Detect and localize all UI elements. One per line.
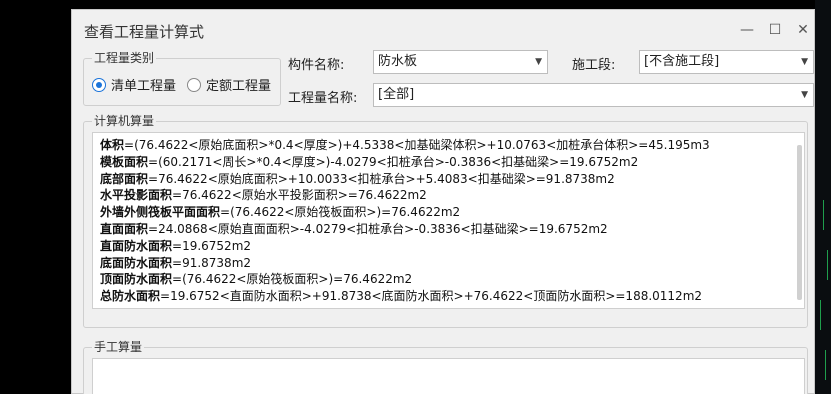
formula-line-name: 总防水面积	[100, 289, 161, 304]
category-label: 工程量类别	[92, 50, 157, 66]
formula-line-expression: =19.6752m2	[172, 238, 252, 253]
formula-line-name: 外墙外侧筏板平面面积	[100, 205, 221, 220]
formula-line-expression: =(76.4622<原始底面积>*0.4<厚度>)+4.5338<加基础梁体积>…	[124, 138, 710, 152]
close-icon[interactable]: ✕	[793, 20, 813, 40]
radio-unchecked-icon	[187, 77, 201, 92]
formula-line-name: 底面防水面积	[100, 255, 173, 270]
formula-lines: 体积=(76.4622<原始底面积>*0.4<厚度>)+4.5338<加基础梁体…	[93, 137, 710, 305]
background-left	[0, 0, 71, 394]
radio-bill-quantity[interactable]: 清单工程量	[92, 75, 176, 94]
formula-line-name: 体积	[100, 138, 125, 152]
formula-line: 直面面积=24.0868<原始直面面积>-4.0279<扣桩承台>-0.3836…	[93, 221, 710, 238]
formula-line: 体积=(76.4622<原始底面积>*0.4<厚度>)+4.5338<加基础梁体…	[93, 137, 710, 154]
minimize-icon[interactable]: —	[737, 20, 757, 40]
radio-bill-quantity-label: 清单工程量	[111, 79, 177, 94]
radio-checked-icon	[92, 77, 106, 92]
component-name-value: 防水板	[378, 54, 418, 69]
formula-line: 直面防水面积=19.6752m2	[93, 238, 710, 255]
formula-line-name: 水平投影面积	[100, 188, 173, 203]
manual-quantity-group: 手工算量	[83, 339, 808, 394]
construction-stage-label: 施工段:	[572, 58, 616, 73]
quantity-name-label: 工程量名称:	[288, 91, 358, 106]
formula-line-expression: =(60.2171<周长>*0.4<厚度>)-4.0279<扣桩承台>-0.38…	[148, 154, 639, 169]
formula-line: 顶面防水面积=(76.4622<原始筏板面积>)=76.4622m2	[93, 271, 710, 288]
manual-textbox[interactable]	[92, 358, 805, 394]
formula-line: 底面防水面积=91.8738m2	[93, 255, 710, 272]
formula-line: 外墙外侧筏板平面面积=(76.4622<原始筏板面积>)=76.4622m2	[93, 204, 710, 221]
formula-line-expression: =76.4622<原始底面积>+10.0033<扣桩承台>+5.4083<扣基础…	[148, 171, 615, 186]
formula-line: 总防水面积=19.6752<直面防水面积>+91.8738<底面防水面积>+76…	[93, 288, 710, 305]
formula-line-name: 直面面积	[100, 221, 149, 236]
formula-line-name: 模板面积	[100, 154, 149, 169]
formula-line-name: 底部面积	[100, 171, 149, 186]
component-name-label: 构件名称:	[288, 58, 345, 73]
formula-line-expression: =76.4622<原始水平投影面积>=76.4622m2	[172, 188, 427, 203]
quantity-name-select[interactable]: [全部] ▼	[373, 83, 814, 107]
chevron-down-icon: ▼	[535, 57, 542, 67]
formula-line-expression: =91.8738m2	[172, 255, 252, 270]
titlebar: 查看工程量计算式 — ☐ ✕	[72, 10, 814, 50]
formula-line-name: 直面防水面积	[100, 238, 173, 253]
formula-line-expression: =(76.4622<原始筏板面积>)=76.4622m2	[220, 205, 461, 220]
formula-line: 水平投影面积=76.4622<原始水平投影面积>=76.4622m2	[93, 187, 710, 204]
formula-textbox[interactable]: 体积=(76.4622<原始底面积>*0.4<厚度>)+4.5338<加基础梁体…	[92, 132, 805, 309]
component-name-select[interactable]: 防水板 ▼	[373, 50, 548, 74]
formula-line-expression: =(76.4622<原始筏板面积>)=76.4622m2	[172, 272, 413, 287]
dialog-title: 查看工程量计算式	[84, 23, 205, 41]
quantity-formula-dialog: 查看工程量计算式 — ☐ ✕ 工程量类别 清单工程量 定额工程量 构件名称: 防…	[71, 9, 815, 394]
formula-line-expression: =24.0868<原始直面面积>-4.0279<扣桩承台>-0.3836<扣基础…	[148, 221, 608, 236]
formula-line: 底部面积=76.4622<原始底面积>+10.0033<扣桩承台>+5.4083…	[93, 171, 710, 188]
computed-quantity-group: 计算机算量 体积=(76.4622<原始底面积>*0.4<厚度>)+4.5338…	[83, 113, 808, 328]
background-right	[815, 0, 831, 394]
radio-quota-quantity-label: 定额工程量	[206, 79, 272, 94]
category-group: 工程量类别 清单工程量 定额工程量	[83, 50, 281, 106]
construction-stage-select[interactable]: [不含施工段] ▼	[639, 50, 814, 74]
chevron-down-icon: ▼	[801, 57, 808, 67]
quantity-name-value: [全部]	[378, 87, 415, 102]
manual-quantity-label: 手工算量	[92, 339, 145, 355]
maximize-icon[interactable]: ☐	[765, 20, 785, 40]
computed-quantity-label: 计算机算量	[92, 113, 157, 129]
radio-quota-quantity[interactable]: 定额工程量	[187, 75, 271, 94]
formula-line-expression: =19.6752<直面防水面积>+91.8738<底面防水面积>+76.4622…	[160, 289, 703, 304]
construction-stage-value: [不含施工段]	[644, 54, 720, 69]
vertical-scrollbar[interactable]	[797, 145, 802, 300]
formula-line-name: 顶面防水面积	[100, 272, 173, 287]
chevron-down-icon: ▼	[801, 90, 808, 100]
formula-line: 模板面积=(60.2171<周长>*0.4<厚度>)-4.0279<扣桩承台>-…	[93, 154, 710, 171]
